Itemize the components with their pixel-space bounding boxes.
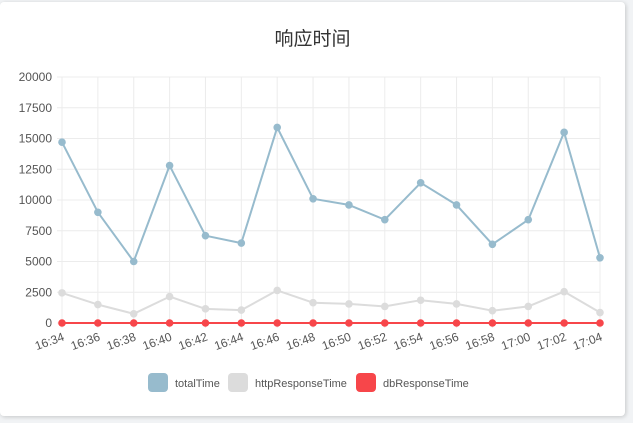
y-tick-label: 15000 xyxy=(19,132,53,146)
data-point-dbresponsetime xyxy=(381,319,389,327)
x-tick-label: 16:54 xyxy=(392,330,425,354)
data-point-totaltime xyxy=(488,240,497,249)
data-point-totaltime xyxy=(129,257,138,266)
data-point-dbresponsetime xyxy=(94,319,102,327)
data-point-dbresponsetime xyxy=(488,319,497,327)
legend-swatch xyxy=(228,373,248,392)
legend-swatch xyxy=(356,373,376,392)
x-axis-ticks: 16:34 16:36 16:38 16:40 16:42 16:44 16:46 16:48… xyxy=(33,330,604,354)
data-point-httpresponsetime xyxy=(165,292,174,301)
data-point-totaltime xyxy=(165,161,174,170)
y-axis-ticks: 0 2500 5000 7500 10000 12500 15000 17500 20000 xyxy=(19,70,53,330)
y-tick-label: 12500 xyxy=(19,162,53,176)
data-point-totaltime xyxy=(381,215,389,224)
data-point-totaltime xyxy=(237,239,246,247)
data-point-httpresponsetime xyxy=(201,305,210,313)
y-tick-label: 5000 xyxy=(25,255,52,269)
data-point-totaltime xyxy=(524,215,533,224)
series-lines xyxy=(61,126,601,324)
data-point-httpresponsetime xyxy=(58,289,66,297)
legend-swatch xyxy=(148,373,168,392)
x-tick-label: 16:52 xyxy=(356,330,389,354)
data-point-totaltime xyxy=(560,128,568,137)
data-point-totaltime xyxy=(452,201,461,209)
data-point-httpresponsetime xyxy=(381,302,389,311)
data-point-httpresponsetime xyxy=(129,309,138,318)
data-point-totaltime xyxy=(94,208,102,217)
series-line-totaltime xyxy=(61,126,601,263)
x-tick-label: 17:02 xyxy=(535,330,568,354)
line-chart: 0 2500 5000 7500 10000 12500 15000 17500 20000 1… xyxy=(19,70,604,392)
legend-label: httpResponseTime xyxy=(255,378,347,390)
x-tick-label: 16:40 xyxy=(141,330,174,354)
x-tick-label: 16:46 xyxy=(248,330,281,354)
y-tick-label: 17500 xyxy=(19,101,53,115)
data-point-totaltime xyxy=(309,194,317,203)
x-tick-label: 16:48 xyxy=(284,330,317,354)
data-point-httpresponsetime xyxy=(596,308,604,317)
data-point-httpresponsetime xyxy=(416,296,425,305)
data-point-httpresponsetime xyxy=(345,300,353,308)
data-point-totaltime xyxy=(201,231,210,240)
chart-legend: totalTime httpResponseTime dbResponseTime xyxy=(148,373,469,392)
x-tick-label: 16:34 xyxy=(33,330,66,354)
data-point-dbresponsetime xyxy=(237,319,246,327)
data-point-dbresponsetime xyxy=(524,319,533,327)
y-tick-label: 20000 xyxy=(19,70,53,84)
data-point-dbresponsetime xyxy=(129,319,138,327)
legend-label: totalTime xyxy=(175,378,220,390)
data-point-dbresponsetime xyxy=(560,319,568,327)
data-point-httpresponsetime xyxy=(94,300,102,309)
data-point-dbresponsetime xyxy=(165,319,174,327)
x-tick-label: 16:42 xyxy=(176,330,209,354)
x-tick-label: 16:36 xyxy=(69,330,102,354)
x-tick-label: 16:44 xyxy=(212,330,245,354)
data-point-totaltime xyxy=(416,178,425,187)
data-point-totaltime xyxy=(596,254,604,262)
data-point-totaltime xyxy=(345,201,353,209)
y-tick-label: 0 xyxy=(45,316,52,330)
data-point-httpresponsetime xyxy=(237,306,246,314)
data-point-httpresponsetime xyxy=(273,286,282,295)
data-point-httpresponsetime xyxy=(309,298,317,307)
x-tick-label: 17:04 xyxy=(571,330,604,354)
chart-grid xyxy=(57,76,601,328)
x-tick-label: 17:00 xyxy=(499,330,532,354)
data-point-dbresponsetime xyxy=(58,319,66,327)
data-point-dbresponsetime xyxy=(596,319,604,327)
legend-label: dbResponseTime xyxy=(383,378,469,390)
x-tick-label: 16:58 xyxy=(463,330,496,354)
data-point-dbresponsetime xyxy=(345,319,353,327)
data-point-dbresponsetime xyxy=(309,319,317,327)
series-line-httpresponsetime xyxy=(61,289,601,315)
data-point-totaltime xyxy=(273,123,282,132)
data-point-dbresponsetime xyxy=(416,319,425,327)
x-tick-label: 16:38 xyxy=(105,330,138,354)
y-tick-label: 7500 xyxy=(25,224,52,238)
data-point-dbresponsetime xyxy=(452,319,461,327)
data-point-httpresponsetime xyxy=(560,287,568,296)
x-tick-label: 16:56 xyxy=(428,330,461,354)
y-tick-label: 2500 xyxy=(25,285,52,299)
data-point-totaltime xyxy=(58,138,66,146)
data-point-httpresponsetime xyxy=(452,300,461,308)
x-tick-label: 16:50 xyxy=(320,330,353,354)
data-point-httpresponsetime xyxy=(524,302,533,311)
data-point-dbresponsetime xyxy=(273,319,282,327)
data-point-httpresponsetime xyxy=(488,306,497,315)
y-tick-label: 10000 xyxy=(19,193,53,207)
data-point-dbresponsetime xyxy=(201,319,210,327)
